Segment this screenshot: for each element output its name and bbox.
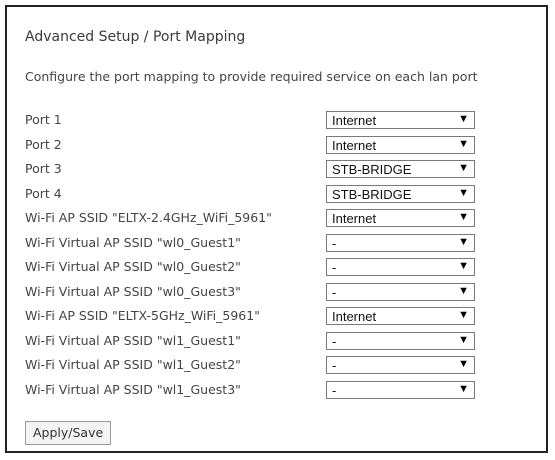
ssid-mapping-row: Wi-Fi Virtual AP SSID "wl1_Guest1" - ▼ <box>25 329 485 354</box>
dropdown-arrow-icon: ▼ <box>458 333 469 346</box>
selected-service: - <box>332 260 337 275</box>
selected-service: - <box>332 333 337 349</box>
selected-service: - <box>332 235 337 251</box>
ssid-service-select[interactable]: - ▼ <box>326 258 475 276</box>
port-service-select[interactable]: STB-BRIDGE ▼ <box>326 160 475 178</box>
dropdown-arrow-icon: ▼ <box>458 137 469 150</box>
selected-service: Internet <box>332 137 377 153</box>
port-label: Port 2 <box>25 136 62 152</box>
dropdown-arrow-icon: ▼ <box>458 284 469 297</box>
selected-service: STB-BRIDGE <box>332 186 412 202</box>
dropdown-arrow-icon: ▼ <box>458 309 469 321</box>
ssid-label: Wi-Fi Virtual AP SSID "wl1_Guest3" <box>25 381 241 397</box>
ssid-label: Wi-Fi AP SSID "ELTX-5GHz_WiFi_5961" <box>25 308 260 323</box>
dropdown-arrow-icon: ▼ <box>458 382 469 395</box>
ssid-label: Wi-Fi Virtual AP SSID "wl0_Guest3" <box>25 283 241 299</box>
selected-service: STB-BRIDGE <box>332 162 412 177</box>
port-mapping-panel: Advanced Setup / Port Mapping Configure … <box>5 5 548 453</box>
dropdown-arrow-icon: ▼ <box>458 260 469 272</box>
port-mapping-row: Port 4 STB-BRIDGE ▼ <box>25 182 485 207</box>
dropdown-arrow-icon: ▼ <box>458 358 469 370</box>
dropdown-arrow-icon: ▼ <box>458 162 469 174</box>
dropdown-arrow-icon: ▼ <box>458 235 469 248</box>
ssid-service-select[interactable]: - ▼ <box>326 356 475 374</box>
ssid-label: Wi-Fi Virtual AP SSID "wl0_Guest1" <box>25 234 241 250</box>
ssid-service-select[interactable]: - ▼ <box>326 282 475 301</box>
selected-service: Internet <box>332 113 377 128</box>
port-service-select[interactable]: Internet ▼ <box>326 135 475 154</box>
ssid-mapping-row: Wi-Fi Virtual AP SSID "wl0_Guest3" - ▼ <box>25 280 485 305</box>
ssid-mapping-row: Wi-Fi Virtual AP SSID "wl1_Guest3" - ▼ <box>25 378 485 403</box>
ssid-mapping-row: Wi-Fi Virtual AP SSID "wl1_Guest2" - ▼ <box>25 353 485 378</box>
port-mapping-list: Port 1 Internet ▼ Port 2 Internet ▼ Port… <box>25 108 485 402</box>
ssid-mapping-row: Wi-Fi AP SSID "ELTX-5GHz_WiFi_5961" Inte… <box>25 304 485 329</box>
ssid-label: Wi-Fi Virtual AP SSID "wl1_Guest2" <box>25 357 241 372</box>
selected-service: - <box>332 358 337 373</box>
ssid-mapping-row: Wi-Fi Virtual AP SSID "wl0_Guest2" - ▼ <box>25 255 485 280</box>
port-label: Port 1 <box>25 112 62 127</box>
port-mapping-row: Port 2 Internet ▼ <box>25 133 485 158</box>
port-label: Port 3 <box>25 161 62 176</box>
port-mapping-row: Port 3 STB-BRIDGE ▼ <box>25 157 485 182</box>
page-title: Advanced Setup / Port Mapping <box>25 29 246 45</box>
selected-service: Internet <box>332 211 377 226</box>
port-service-select[interactable]: Internet ▼ <box>326 111 475 129</box>
selected-service: Internet <box>332 309 377 324</box>
selected-service: - <box>332 382 337 398</box>
page-description: Configure the port mapping to provide re… <box>25 69 478 84</box>
ssid-label: Wi-Fi Virtual AP SSID "wl1_Guest1" <box>25 332 241 348</box>
apply-save-button[interactable]: Apply/Save <box>25 421 112 445</box>
ssid-service-select[interactable]: Internet ▼ <box>326 209 475 227</box>
port-label: Port 4 <box>25 185 62 201</box>
port-mapping-row: Port 1 Internet ▼ <box>25 108 485 133</box>
ssid-service-select[interactable]: Internet ▼ <box>326 307 475 325</box>
port-service-select[interactable]: STB-BRIDGE ▼ <box>326 184 475 203</box>
ssid-service-select[interactable]: - ▼ <box>326 233 475 252</box>
ssid-service-select[interactable]: - ▼ <box>326 331 475 350</box>
ssid-label: Wi-Fi AP SSID "ELTX-2.4GHz_WiFi_5961" <box>25 210 272 225</box>
selected-service: - <box>332 284 337 300</box>
dropdown-arrow-icon: ▼ <box>458 211 469 223</box>
ssid-mapping-row: Wi-Fi Virtual AP SSID "wl0_Guest1" - ▼ <box>25 231 485 256</box>
ssid-label: Wi-Fi Virtual AP SSID "wl0_Guest2" <box>25 259 241 274</box>
ssid-service-select[interactable]: - ▼ <box>326 380 475 399</box>
dropdown-arrow-icon: ▼ <box>458 186 469 199</box>
dropdown-arrow-icon: ▼ <box>458 113 469 125</box>
ssid-mapping-row: Wi-Fi AP SSID "ELTX-2.4GHz_WiFi_5961" In… <box>25 206 485 231</box>
